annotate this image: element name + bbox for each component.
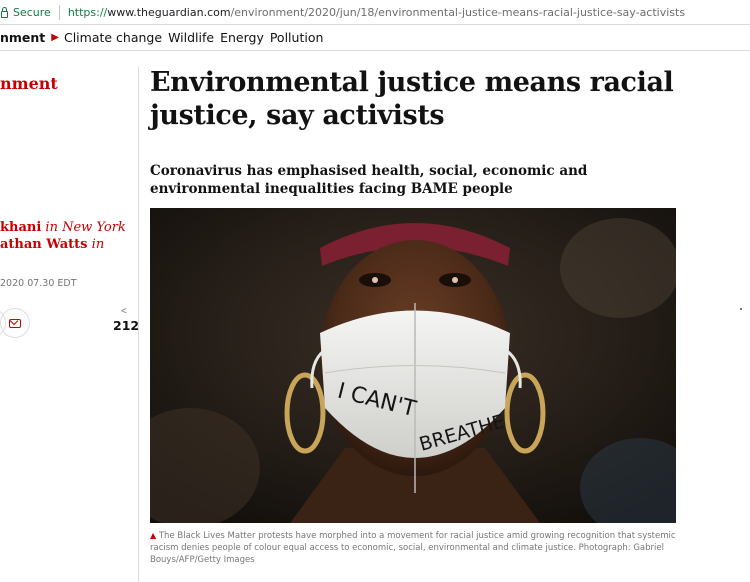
share-count: 212	[113, 318, 140, 333]
email-share-button[interactable]	[0, 308, 30, 338]
nav-link-wildlife[interactable]: Wildlife	[168, 30, 214, 45]
nav-link-climate-change[interactable]: Climate change	[64, 30, 162, 45]
byline: khani in New York athan Watts in	[0, 219, 126, 253]
byline-location-2: in	[91, 237, 105, 252]
nav-section-environment[interactable]: nment	[0, 30, 45, 45]
photo-caption: ▲ The Black Lives Matter protests have m…	[150, 530, 680, 566]
nav-arrow-icon: ▶	[51, 32, 59, 43]
dateline: 2020 07.30 EDT	[0, 278, 77, 289]
article-photo[interactable]: I CAN'T BREATHE	[150, 208, 676, 523]
byline-author-2[interactable]: athan Watts	[0, 237, 88, 252]
decorative-dot	[740, 308, 742, 310]
headline: Environmental justice means racial justi…	[150, 67, 674, 131]
url-host: www.theguardian.com	[107, 5, 231, 19]
share-row: < 212	[0, 306, 140, 338]
share-count-icon: <	[121, 306, 127, 317]
nav-link-pollution[interactable]: Pollution	[270, 30, 324, 45]
photo-illustration: I CAN'T BREATHE	[150, 208, 676, 523]
lock-icon	[1, 6, 8, 18]
section-nav: nment ▶ Climate change Wildlife Energy P…	[0, 25, 750, 51]
standfirst: Coronavirus has emphasised health, socia…	[150, 163, 588, 197]
article-meta-column: nment khani in New York athan Watts in 2…	[0, 67, 139, 582]
caption-triangle-icon: ▲	[150, 531, 157, 540]
url-path: /environment/2020/jun/18/environmental-j…	[230, 5, 686, 19]
address-divider	[58, 4, 60, 20]
byline-location-1: in New York	[45, 220, 126, 235]
url-text[interactable]: https://www.theguardian.com/environment/…	[68, 6, 685, 19]
nav-link-energy[interactable]: Energy	[220, 30, 264, 45]
byline-author-1[interactable]: khani	[0, 220, 41, 235]
security-label[interactable]: Secure	[13, 6, 51, 19]
section-label[interactable]: nment	[0, 74, 58, 93]
address-bar[interactable]: Secure https://www.theguardian.com/envir…	[0, 0, 750, 25]
email-icon	[9, 318, 21, 328]
url-protocol: https://	[67, 5, 108, 19]
